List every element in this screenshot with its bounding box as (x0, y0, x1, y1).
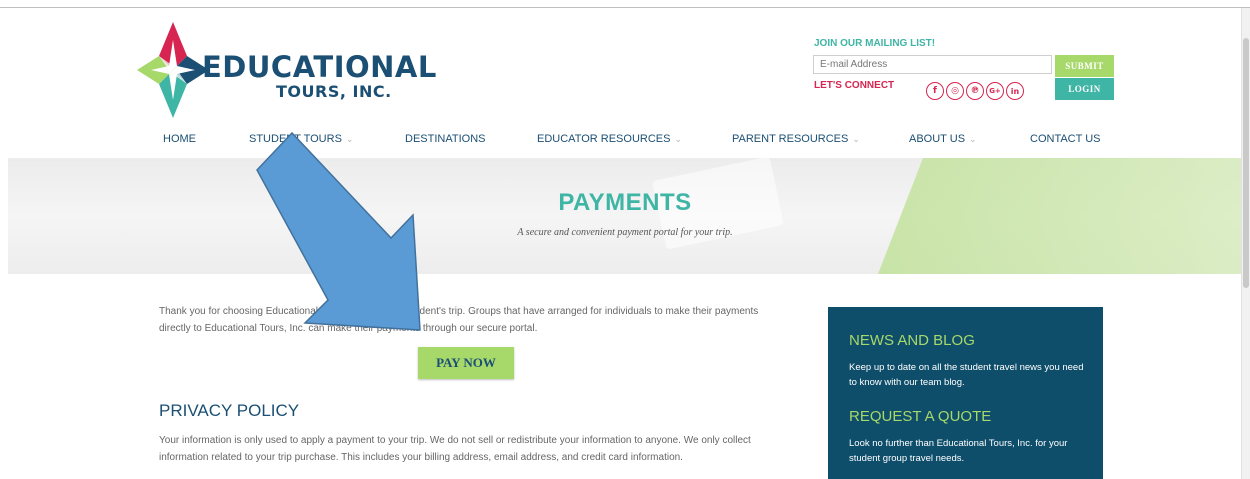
nav-parent-resources-label: PARENT RESOURCES (732, 133, 849, 145)
facebook-icon[interactable]: f (926, 82, 944, 100)
intro-paragraph: Thank you for choosing Educational Tours… (159, 306, 759, 334)
nav-destinations-label: DESTINATIONS (405, 133, 486, 145)
site-logo[interactable]: EDUCATIONAL TOURS, INC. (135, 20, 436, 120)
google-plus-icon[interactable]: G+ (986, 82, 1004, 100)
nav-student-tours[interactable]: STUDENT TOURS ⌄ (249, 133, 353, 145)
email-input[interactable] (813, 55, 1052, 74)
page-title: PAYMENTS (558, 189, 692, 216)
instagram-icon[interactable]: ◎ (946, 82, 964, 100)
submit-button[interactable]: SUBMIT (1055, 55, 1114, 77)
request-a-quote-link[interactable]: REQUEST A QUOTE (849, 408, 991, 425)
nav-home-label: HOME (163, 133, 196, 145)
chevron-down-icon: ⌄ (345, 134, 354, 144)
logo-wordmark: EDUCATIONAL (202, 50, 437, 84)
nav-destinations[interactable]: DESTINATIONS (405, 133, 485, 145)
nav-educator-resources-label: EDUCATOR RESOURCES (537, 133, 671, 145)
chevron-down-icon: ⌄ (852, 134, 860, 144)
page-scrollbar[interactable] (1241, 8, 1250, 479)
news-and-blog-text: Keep up to date on all the student trave… (849, 362, 1084, 388)
pay-now-button[interactable]: PAY NOW (418, 347, 514, 379)
request-a-quote-text: Look no further than Educational Tours, … (849, 438, 1068, 464)
pinterest-icon[interactable]: ℗ (966, 82, 984, 100)
nav-student-tours-label: STUDENT TOURS (249, 133, 342, 145)
login-button[interactable]: LOGIN (1055, 78, 1114, 100)
nav-about-us[interactable]: ABOUT US ⌄ (909, 133, 977, 145)
privacy-policy-heading: PRIVACY POLICY (159, 401, 300, 420)
nav-about-us-label: ABOUT US (909, 133, 966, 145)
browser-top-border (0, 7, 1250, 8)
lets-connect-label: LET'S CONNECT (814, 80, 895, 91)
privacy-policy-text: Your information is only used to apply a… (159, 435, 751, 463)
mailing-list-heading: JOIN OUR MAILING LIST! (814, 38, 936, 49)
nav-contact-us[interactable]: CONTACT US (1030, 133, 1101, 145)
sidebar-panel: NEWS AND BLOG Keep up to date on all the… (828, 307, 1103, 479)
nav-contact-us-label: CONTACT US (1030, 133, 1101, 145)
chevron-down-icon: ⌄ (674, 134, 682, 144)
page-subtitle: A secure and convenient payment portal f… (517, 227, 733, 238)
news-and-blog-link[interactable]: NEWS AND BLOG (849, 332, 975, 349)
nav-educator-resources[interactable]: EDUCATOR RESOURCES ⌄ (537, 133, 682, 145)
nav-home[interactable]: HOME (163, 133, 196, 145)
scrollbar-thumb[interactable] (1243, 38, 1249, 288)
linkedin-icon[interactable]: in (1006, 82, 1024, 100)
chevron-down-icon: ⌄ (969, 134, 977, 144)
nav-parent-resources[interactable]: PARENT RESOURCES ⌄ (732, 133, 860, 145)
logo-subtitle: TOURS, INC. (276, 82, 392, 101)
